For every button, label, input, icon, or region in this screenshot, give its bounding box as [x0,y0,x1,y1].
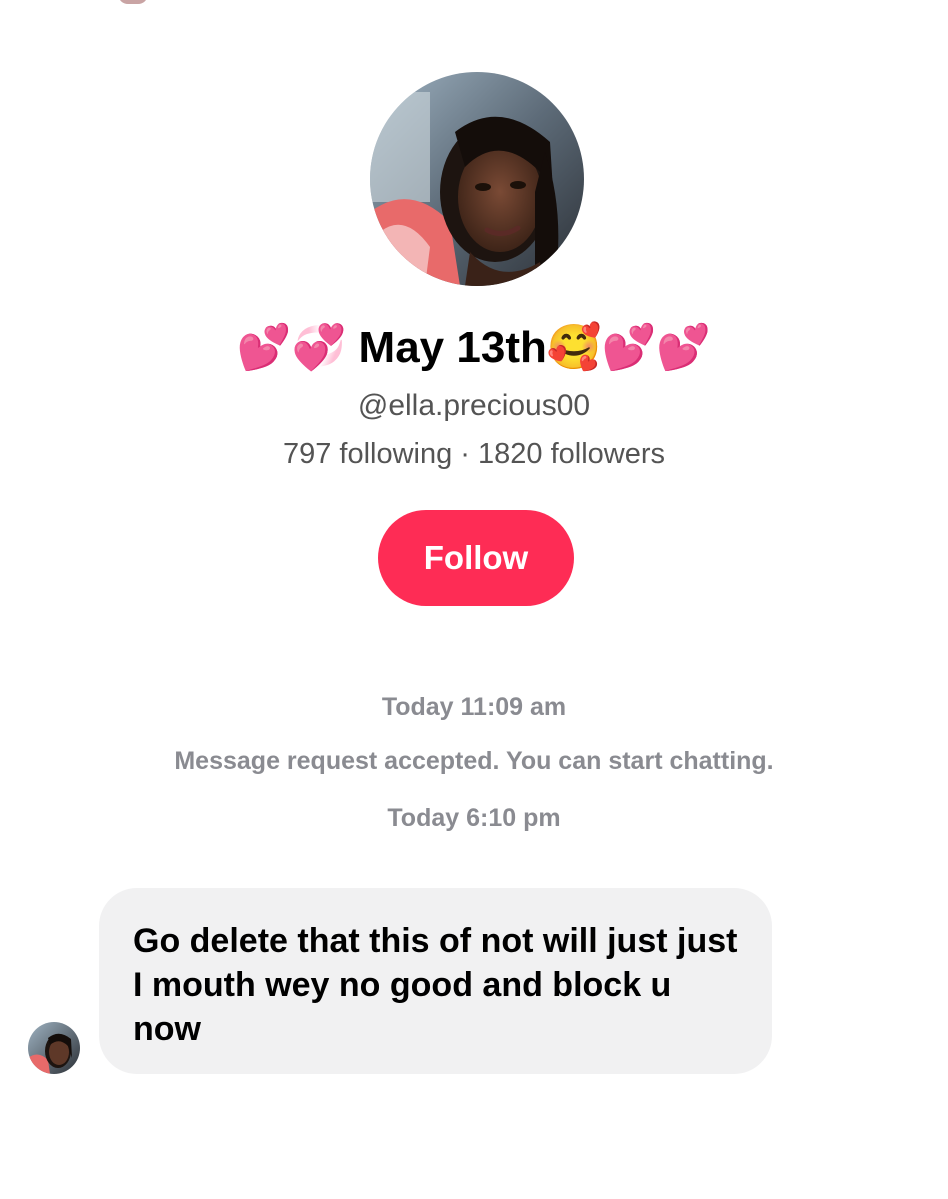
followers-label: followers [550,438,666,470]
message-text: Go delete that this of not will just jus… [133,922,738,1048]
profile-photo-icon [28,1022,80,1074]
system-message: Message request accepted. You can start … [174,747,774,775]
timestamp: Today 6:10 pm [387,804,561,832]
profile-photo-icon [370,72,584,286]
following-label: following [339,438,453,470]
display-name: 💕💞 May 13th🥰💕💕 [236,323,712,372]
username: @ella.precious00 [357,389,591,422]
followers-count: 1820 [478,438,543,470]
stats-separator: · [452,438,479,470]
top-edge-fragment [118,0,148,4]
following-count: 797 [282,438,332,470]
timestamp: Today 11:09 am [381,693,567,721]
message-bubble[interactable]: Go delete that this of not will just jus… [99,888,772,1074]
follow-stats: 797 following · 1820 followers [0,434,948,474]
profile-avatar[interactable] [370,72,584,286]
follow-button[interactable]: Follow [378,510,574,606]
sender-avatar[interactable] [28,1022,80,1074]
